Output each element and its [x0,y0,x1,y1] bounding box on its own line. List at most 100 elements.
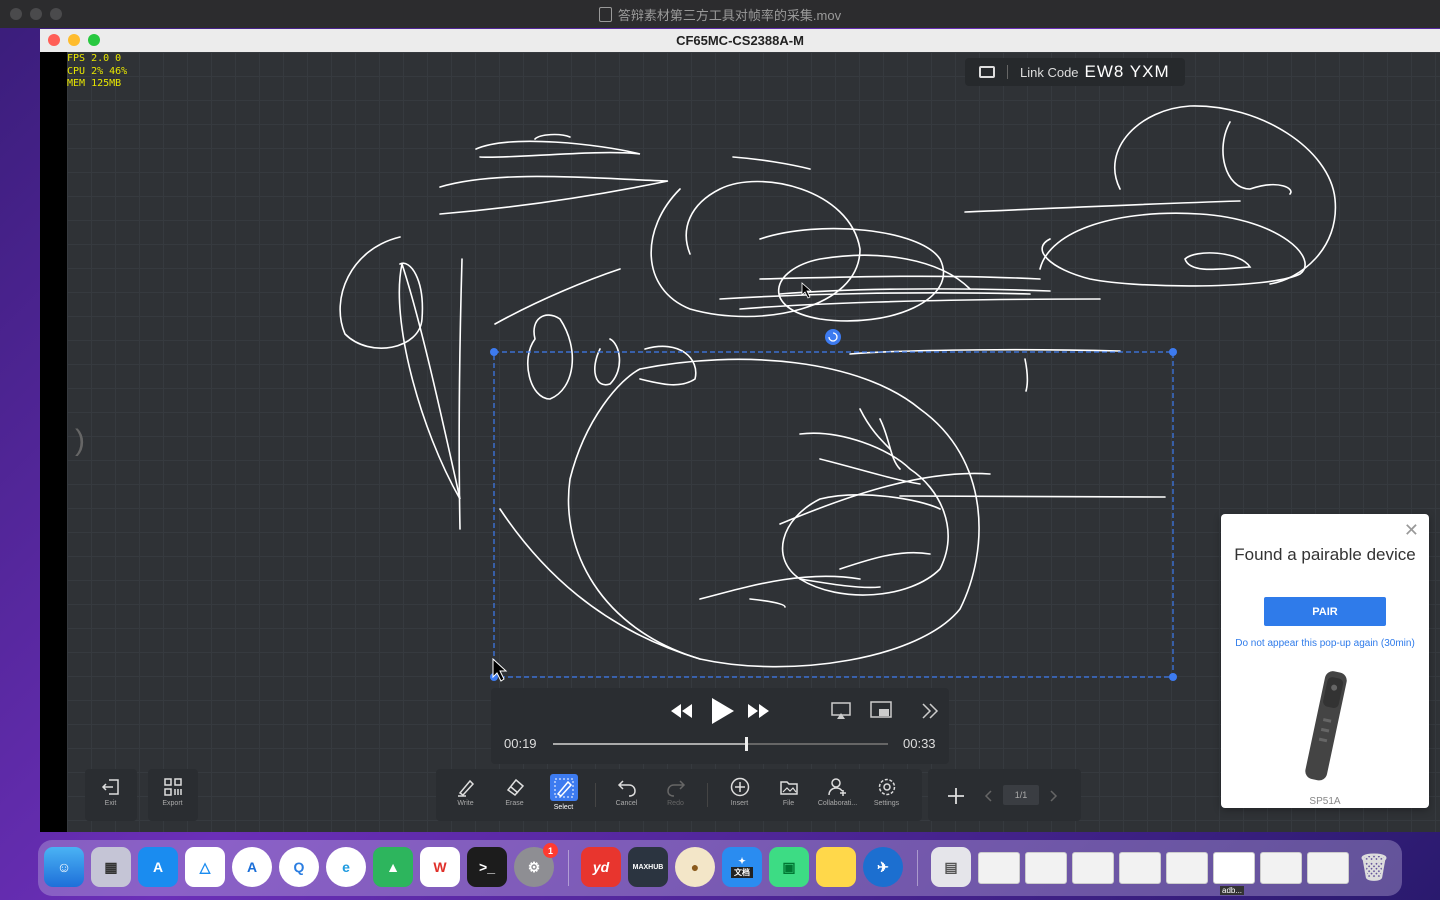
exit-panel: Exit [85,769,137,821]
erase-tool[interactable]: Erase [490,769,539,821]
collaboration-button[interactable]: Collaborati... [813,769,862,821]
stroke [839,551,931,570]
picture-in-picture-icon[interactable] [870,701,892,719]
xcode-instruments-icon[interactable]: △ [185,847,225,887]
add-page-icon[interactable] [947,787,965,805]
main-toolbar: Write Erase Select Cancel Redo Insert Fi… [436,769,922,821]
window-thumbnail[interactable] [1307,852,1349,884]
folder-image-icon [779,781,798,795]
stroke [719,292,1031,300]
bird-app-icon[interactable]: ✈ [863,847,903,887]
fast-forward-icon[interactable] [747,702,771,720]
redo-button[interactable]: Redo [651,769,700,821]
stroke [398,263,461,500]
stroke [759,227,971,322]
play-icon[interactable] [709,696,735,726]
stroke [799,578,881,589]
select-tool[interactable]: Select [539,769,588,821]
page-controls: 1/1 [928,769,1081,821]
stroke [494,268,621,325]
chat-app-icon[interactable]: Q [279,847,319,887]
settings-button[interactable]: Settings [862,769,911,821]
stroke [759,275,1041,280]
stroke [534,133,571,140]
adb-window-thumbnail[interactable]: adb... [1213,852,1255,895]
stroke [819,458,921,485]
android-studio-icon[interactable]: A [232,847,272,887]
dismiss-link[interactable]: Do not appear this pop-up again (30min) [1221,638,1429,649]
export-grid-icon [163,778,182,796]
insert-button[interactable]: Insert [715,769,764,821]
current-time: 00:19 [504,736,537,751]
terminal-icon[interactable]: >_ [467,847,507,887]
youdao-icon[interactable]: yd [581,847,621,887]
app-store-icon[interactable]: A [138,847,178,887]
window-thumbnail[interactable] [1025,852,1067,884]
feishu-icon[interactable]: ▲ [373,847,413,887]
select-pen-icon [554,778,573,797]
window-thumbnail[interactable] [1166,852,1208,884]
exit-icon [101,779,119,795]
window-thumbnail[interactable] [1072,852,1114,884]
pairing-popup: ✕ Found a pairable device PAIR Do not ap… [1221,514,1429,808]
stroke [899,495,1166,498]
remote-control-image [1305,671,1347,781]
stroke [779,472,991,525]
redo-icon [666,780,685,797]
notes-icon[interactable] [816,847,856,887]
stroke [458,258,463,530]
document-icon [598,6,612,22]
window-thumbnail[interactable] [1260,852,1302,884]
airplay-icon[interactable] [831,702,851,720]
window-thumbnail[interactable] [1119,852,1161,884]
system-settings-icon[interactable]: ⚙ 1 [514,843,558,887]
finder-icon[interactable]: ☺ [44,847,84,887]
total-time: 00:33 [903,736,936,751]
notification-badge: 1 [543,843,558,858]
resize-handle [490,348,498,356]
outer-traffic-lights[interactable] [10,8,62,20]
stroke [1184,252,1252,271]
docs-app-icon[interactable]: ✦ 文档 [722,847,762,887]
cancel-undo-button[interactable]: Cancel [602,769,651,821]
acorn-app-icon[interactable]: ● [675,847,715,887]
exit-button[interactable]: Exit [86,769,135,821]
stroke [699,575,861,600]
selection-box[interactable] [490,329,1177,681]
close-icon[interactable]: ✕ [1404,520,1419,541]
stroke [781,432,949,596]
stroke [749,598,786,608]
export-button[interactable]: Export [148,769,197,821]
stroke [1222,121,1292,195]
rewind-icon[interactable] [669,702,693,720]
add-user-icon [827,778,846,796]
scrubber-knob[interactable] [744,737,748,751]
export-panel: Export [148,769,198,821]
device-model: SP51A [1309,796,1341,807]
wps-office-icon[interactable]: W [420,847,460,887]
stroke [732,156,811,170]
maxhub-icon[interactable]: MAXHUB [628,847,668,887]
stroke [1024,358,1029,392]
write-tool[interactable]: Write [441,769,490,821]
share-chevrons-icon[interactable] [921,703,939,719]
android-icon[interactable]: ▣ [769,847,809,887]
stroke [475,140,641,159]
stroke [879,418,901,470]
stroke [964,200,1241,213]
pair-button[interactable]: PAIR [1264,597,1386,626]
scrubber-track[interactable] [553,737,888,751]
stroke [527,314,574,400]
edge-browser-icon[interactable]: e [326,847,366,887]
outer-window-titlebar: 答辩素材第三方工具对帧率的采集.mov [0,0,1440,28]
window-thumbnail[interactable] [978,852,1020,884]
next-page-chevron-icon[interactable] [1048,789,1058,803]
rotate-handle-icon [825,329,841,345]
file-doc-icon[interactable]: ▤ [931,847,971,887]
launchpad-icon[interactable]: ▦ [91,847,131,887]
prev-page-chevron-icon[interactable] [984,789,994,803]
file-button[interactable]: File [764,769,813,821]
macos-dock: ☺ ▦ A △ A Q e ▲ W >_ ⚙ 1 yd MAXHUB ● ✦ 文档… [38,840,1402,896]
trash-icon[interactable]: 🗑 [1354,847,1394,887]
stroke [567,358,980,668]
